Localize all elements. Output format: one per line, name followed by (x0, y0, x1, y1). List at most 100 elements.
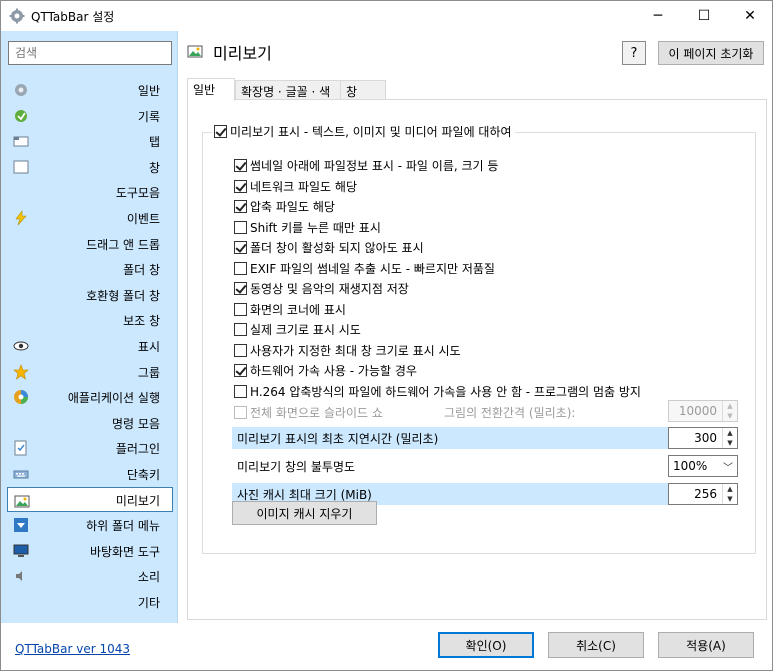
clear-image-cache-button[interactable]: 이미지 캐시 지우기 (232, 501, 377, 525)
sidebar-item-general[interactable]: 일반 (7, 77, 173, 103)
maximize-button[interactable]: ☐ (681, 1, 727, 31)
stepper-down-icon[interactable]: ▼ (723, 411, 737, 421)
stepper-arrows[interactable]: ▲ ▼ (722, 484, 737, 504)
search-input[interactable] (8, 41, 172, 65)
sidebar-item-label: 호환형 폴더 창 (86, 288, 160, 303)
stepper-arrows[interactable]: ▲ ▼ (722, 401, 737, 421)
sidebar-item-label: 일반 (137, 84, 160, 98)
checkbox-box[interactable] (234, 323, 247, 336)
option-label: H.264 압축방식의 파일에 하드웨어 가속을 사용 안 함 - 프로그램의 … (250, 384, 641, 399)
checkbox-box[interactable] (234, 261, 247, 275)
sidebar-item-sub-window[interactable]: 보조 창 (7, 307, 173, 333)
version-link[interactable]: QTTabBar ver 1043 (15, 642, 130, 656)
checkbox-box[interactable] (234, 343, 247, 357)
option-fullscreen-slideshow[interactable]: 전체 화면으로 슬라이드 쇼 (234, 404, 383, 421)
sidebar-item-plugins[interactable]: 플러그인 (7, 435, 173, 461)
checkbox-box[interactable] (234, 282, 247, 295)
option-show-when-inactive[interactable]: 폴더 창이 활성화 되지 않아도 표시 (234, 239, 424, 256)
stepper-up-icon[interactable]: ▲ (723, 401, 737, 411)
checkbox-box[interactable] (234, 364, 247, 377)
option-label: 폴더 창이 활성화 되지 않아도 표시 (250, 241, 424, 255)
stepper-up-icon[interactable]: ▲ (723, 428, 737, 438)
checkbox-box[interactable] (214, 125, 227, 138)
minimize-button[interactable]: ─ (635, 1, 681, 31)
eye-icon (13, 341, 29, 351)
tab-window[interactable]: 창 (340, 80, 386, 100)
sidebar-item-events[interactable]: 이벤트 (7, 205, 173, 231)
option-user-max-size[interactable]: 사용자가 지정한 최대 창 크기로 표시 시도 (234, 342, 461, 359)
sidebar-item-label: 표시 (137, 339, 160, 354)
plugin-icon (14, 440, 27, 456)
stepper-up-icon[interactable]: ▲ (723, 484, 737, 494)
tab-general[interactable]: 일반 (187, 78, 235, 101)
checkbox-box[interactable] (234, 384, 247, 398)
close-button[interactable]: ✕ (727, 1, 773, 31)
sidebar-item-label: 소리 (137, 570, 160, 585)
option-disable-h264-acceleration[interactable]: H.264 압축방식의 파일에 하드웨어 가속을 사용 안 함 - 프로그램의 … (234, 383, 641, 400)
checkbox-box[interactable] (234, 179, 247, 193)
slideshow-interval-label: 그림의 전환간격 (밀리초): (444, 406, 576, 420)
checkbox-box[interactable] (234, 200, 247, 213)
option-label: EXIF 파일의 썸네일 추출 시도 - 빠르지만 저품질 (250, 261, 495, 276)
help-button[interactable]: ? (622, 41, 646, 65)
sidebar-item-label: 이벤트 (126, 211, 160, 226)
checkbox-box[interactable] (234, 406, 247, 419)
sidebar-item-toolbar[interactable]: 도구모음 (7, 179, 173, 205)
chevron-down-icon: ﹀ (723, 463, 733, 474)
preview-master-checkbox[interactable]: 미리보기 표시 - 텍스트, 이미지 및 미디어 파일에 대하여 (212, 123, 515, 140)
option-actual-size[interactable]: 실제 크기로 표시 시도 (234, 321, 361, 338)
option-compressed-files[interactable]: 압축 파일도 해당 (234, 198, 335, 215)
sidebar-item-groups[interactable]: 그룹 (7, 359, 173, 385)
option-hardware-acceleration[interactable]: 하드웨어 가속 사용 - 가능할 경우 (234, 362, 417, 379)
slideshow-interval-stepper[interactable]: 10000 ▲ ▼ (668, 400, 738, 422)
stepper-down-icon[interactable]: ▼ (723, 494, 737, 504)
option-shift-only[interactable]: Shift 키를 누른 때만 표시 (234, 219, 381, 236)
sidebar-item-shortcuts[interactable]: 단축키 (7, 461, 173, 487)
reset-page-button[interactable]: 이 페이지 초기화 (658, 41, 764, 65)
settings-window: QTTabBar 설정 ─ ☐ ✕ 일반 기록 탭 창 도 (0, 0, 773, 671)
sidebar-item-drag-drop[interactable]: 드래그 앤 드롭 (7, 231, 173, 257)
title-bar: QTTabBar 설정 ─ ☐ ✕ (1, 1, 772, 31)
sidebar-item-app-launcher[interactable]: 애플리케이션 실행 (7, 384, 173, 410)
opacity-select[interactable]: 100% ﹀ (668, 455, 738, 477)
star-icon (13, 363, 29, 380)
sidebar-item-history[interactable]: 기록 (7, 103, 173, 129)
main-panel: 미리보기 ? 이 페이지 초기화 일반 확장명 · 글꼴 · 색 창 미리보기 … (179, 31, 773, 623)
option-show-in-corner[interactable]: 화면의 코너에 표시 (234, 301, 346, 318)
sidebar-item-command-bar[interactable]: 명령 모음 (7, 410, 173, 436)
apply-button[interactable]: 적용(A) (658, 632, 754, 658)
sidebar-item-appearance[interactable]: 표시 (7, 333, 173, 359)
checkbox-box[interactable] (234, 220, 247, 234)
sidebar-item-label: 명령 모음 (112, 416, 160, 431)
option-save-playback-position[interactable]: 동영상 및 음악의 재생지점 저장 (234, 280, 409, 297)
checkbox-box[interactable] (234, 302, 247, 316)
cancel-button[interactable]: 취소(C) (548, 632, 644, 658)
sidebar-item-folder-view[interactable]: 폴더 창 (7, 256, 173, 282)
option-file-info[interactable]: 썸네일 아래에 파일정보 표시 - 파일 이름, 크기 등 (234, 157, 498, 174)
stepper-value: 256 (694, 487, 717, 501)
sidebar-item-window[interactable]: 창 (7, 154, 173, 180)
cache-size-stepper[interactable]: 256 ▲ ▼ (668, 483, 738, 505)
sidebar: 일반 기록 탭 창 도구모음 이벤트 드래그 앤 드롭 (1, 31, 178, 623)
sidebar-item-desktop-tool[interactable]: 바탕화면 도구 (7, 538, 173, 564)
sidebar-item-label: 단축키 (126, 467, 160, 482)
sidebar-item-misc[interactable]: 기타 (7, 589, 173, 615)
option-network-files[interactable]: 네트워크 파일도 해당 (234, 178, 357, 195)
sidebar-item-preview[interactable]: 미리보기 (7, 486, 173, 513)
checkbox-box[interactable] (234, 241, 247, 254)
sidebar-item-tab[interactable]: 탭 (7, 128, 173, 154)
delay-stepper[interactable]: 300 ▲ ▼ (668, 427, 738, 449)
tab-extensions-fonts-colors[interactable]: 확장명 · 글꼴 · 색 (235, 80, 341, 100)
sidebar-item-sound[interactable]: 소리 (7, 563, 173, 589)
ok-button[interactable]: 확인(O) (438, 632, 534, 658)
stepper-value: 10000 (678, 404, 717, 418)
sidebar-item-subfolder-menu[interactable]: 하위 폴더 메뉴 (7, 512, 173, 538)
window-title: QTTabBar 설정 (31, 10, 115, 24)
stepper-down-icon[interactable]: ▼ (723, 438, 737, 448)
option-label: 전체 화면으로 슬라이드 쇼 (250, 406, 383, 420)
option-exif-thumbnail[interactable]: EXIF 파일의 썸네일 추출 시도 - 빠르지만 저품질 (234, 260, 495, 277)
stepper-arrows[interactable]: ▲ ▼ (722, 428, 737, 448)
sidebar-item-compat-folder-view[interactable]: 호환형 폴더 창 (7, 282, 173, 308)
checkbox-box[interactable] (234, 159, 247, 172)
sidebar-item-label: 기타 (137, 595, 160, 610)
